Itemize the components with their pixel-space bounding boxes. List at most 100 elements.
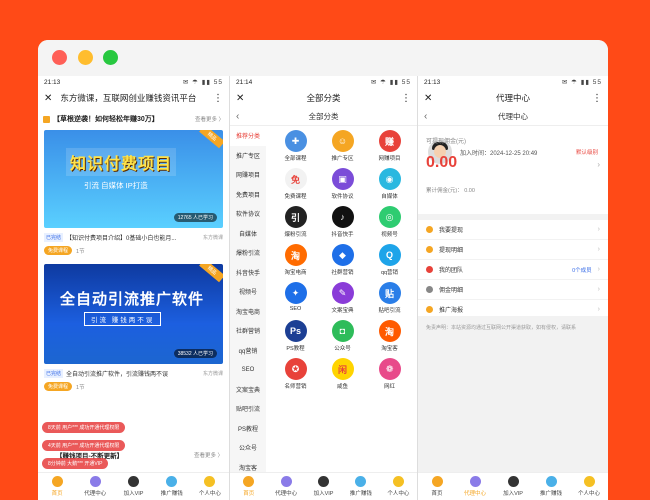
category-grid-item[interactable]: ☺ 推广专区 bbox=[319, 130, 366, 163]
category-item[interactable]: 社群营销 bbox=[230, 321, 266, 341]
tab-join-vip[interactable]: 加入VIP bbox=[494, 473, 532, 500]
hot-icon bbox=[43, 115, 50, 123]
category-grid-item[interactable]: ◆ 社群营销 bbox=[319, 244, 366, 277]
chevron-right-icon: › bbox=[597, 246, 600, 253]
category-icon: 闲 bbox=[331, 358, 354, 380]
close-icon[interactable]: ✕ bbox=[44, 93, 52, 104]
category-grid-item[interactable]: Qqq营销 bbox=[366, 244, 413, 277]
category-item[interactable]: 推荐分类 bbox=[230, 126, 266, 146]
tab-agent-center[interactable]: 代理中心 bbox=[456, 473, 494, 500]
close-icon[interactable]: ✕ bbox=[236, 93, 244, 104]
category-icon: ✚ bbox=[284, 130, 307, 152]
agent-menu-item[interactable]: 我要提现 › bbox=[418, 220, 608, 240]
category-grid-item[interactable]: ◎ 视频号 bbox=[366, 206, 413, 239]
category-item[interactable]: 网赚项目 bbox=[230, 165, 266, 185]
tab-agent-center[interactable]: 代理中心 bbox=[76, 473, 114, 500]
level-link[interactable]: 默认级别 bbox=[576, 148, 598, 156]
category-item[interactable]: 视频号 bbox=[230, 282, 266, 302]
menu-label: 我要提现 bbox=[439, 228, 464, 234]
category-grid-item[interactable]: ▣ 软件协议 bbox=[319, 168, 366, 201]
course-meta: 免费课程 1节 bbox=[38, 245, 229, 256]
category-item[interactable]: qq营销 bbox=[230, 341, 266, 361]
category-label: PS教程 bbox=[286, 346, 305, 352]
category-grid-item[interactable]: 淘淘宝电商 bbox=[272, 244, 319, 277]
status-icons: ✉ ☂ ▮▮ 55 bbox=[182, 79, 223, 86]
course-caption[interactable]: 已完结 全自动引流推广软件，引流赚钱两不误 东方微课 bbox=[38, 366, 229, 381]
category-item[interactable]: SEO bbox=[230, 360, 266, 380]
category-item[interactable]: 文案宝典 bbox=[230, 380, 266, 400]
agent-icon bbox=[280, 476, 292, 487]
category-grid-item[interactable]: ❁ 网红 bbox=[366, 358, 413, 391]
close-window-button[interactable] bbox=[52, 50, 67, 65]
tab-profile[interactable]: 个人中心 bbox=[191, 473, 229, 500]
tab-join-vip[interactable]: 加入VIP bbox=[114, 473, 152, 500]
course-caption[interactable]: 已完结 【知识付费项目介绍】0基础小白也能月... 东方微课 bbox=[38, 230, 229, 245]
tab-profile[interactable]: 个人中心 bbox=[570, 473, 608, 500]
category-label: 公众号 bbox=[334, 346, 351, 352]
back-icon[interactable]: ‹ bbox=[424, 111, 427, 122]
category-label: 视频号 bbox=[381, 232, 398, 238]
category-item[interactable]: PS教程 bbox=[230, 419, 266, 439]
minimize-window-button[interactable] bbox=[78, 50, 93, 65]
tab-home[interactable]: 首页 bbox=[38, 473, 76, 500]
sub-title: 全部分类 bbox=[308, 112, 339, 121]
tab-profile[interactable]: 个人中心 bbox=[380, 473, 417, 500]
category-item[interactable]: 免费项目 bbox=[230, 185, 266, 205]
category-grid-item[interactable]: ✚ 全部课程 bbox=[272, 130, 319, 163]
course-banner-knowledge[interactable]: 精品 知识付费项目 引流 自媒体 IP打造 12765 人已学习 bbox=[44, 130, 223, 228]
banner-subtitle: 引流 自媒体 IP打造 bbox=[84, 181, 148, 190]
category-item[interactable]: 爆粉引流 bbox=[230, 243, 266, 263]
agent-menu-item[interactable]: 我的团队 0个成员 › bbox=[418, 260, 608, 280]
category-grid-item[interactable]: 淘淘宝客 bbox=[366, 320, 413, 353]
category-grid-item[interactable]: 贴贴吧引流 bbox=[366, 282, 413, 315]
category-item[interactable]: 贴吧引流 bbox=[230, 399, 266, 419]
tab-promote[interactable]: 推广赚钱 bbox=[153, 473, 191, 500]
category-grid-item[interactable]: ◉ 自媒体 bbox=[366, 168, 413, 201]
category-grid-item[interactable]: 闲咸鱼 bbox=[319, 358, 366, 391]
tab-join-vip[interactable]: 加入VIP bbox=[305, 473, 342, 500]
category-grid-item[interactable]: ◘ 公众号 bbox=[319, 320, 366, 353]
category-grid-item[interactable]: 免免费课程 bbox=[272, 168, 319, 201]
profile-icon bbox=[204, 476, 216, 487]
agent-menu-item[interactable]: 佣金明细 › bbox=[418, 280, 608, 300]
more-icon[interactable]: ⋮ bbox=[213, 93, 223, 104]
category-item[interactable]: 公众号 bbox=[230, 438, 266, 458]
menu-label: 佣金明细 bbox=[439, 288, 464, 294]
maximize-window-button[interactable] bbox=[103, 50, 118, 65]
category-item[interactable]: 抖音快手 bbox=[230, 263, 266, 283]
tab-promote[interactable]: 推广赚钱 bbox=[342, 473, 379, 500]
tab-promote[interactable]: 推广赚钱 bbox=[532, 473, 570, 500]
category-grid-item[interactable]: ✪ 名师营销 bbox=[272, 358, 319, 391]
category-grid-item[interactable]: Ps PS教程 bbox=[272, 320, 319, 353]
category-icon: ◆ bbox=[331, 244, 354, 266]
category-grid-item[interactable]: ✎ 文案宝典 bbox=[319, 282, 366, 315]
view-more-link[interactable]: 查看更多 〉 bbox=[194, 451, 223, 459]
more-icon[interactable]: ⋮ bbox=[401, 93, 411, 104]
category-icon: 贴 bbox=[378, 282, 401, 304]
view-more-link[interactable]: 查看更多 〉 bbox=[195, 115, 224, 123]
lesson-count: 1节 bbox=[76, 248, 85, 255]
category-grid-item[interactable]: ✦ SEO bbox=[272, 282, 319, 315]
category-label: 贴吧引流 bbox=[378, 308, 401, 314]
agent-menu-item[interactable]: 提现明细 › bbox=[418, 240, 608, 260]
category-item[interactable]: 软件协议 bbox=[230, 204, 266, 224]
back-icon[interactable]: ‹ bbox=[236, 111, 239, 122]
category-item[interactable]: 推广专区 bbox=[230, 146, 266, 166]
activity-toast: 8天前 用户*** 成功开通代理权限 bbox=[42, 422, 126, 433]
category-grid-item[interactable]: ♪ 抖音快手 bbox=[319, 206, 366, 239]
tab-home[interactable]: 首页 bbox=[230, 473, 267, 500]
category-grid-item[interactable]: 赚网赚项目 bbox=[366, 130, 413, 163]
tab-home[interactable]: 首页 bbox=[418, 473, 456, 500]
promote-icon bbox=[166, 476, 178, 487]
chevron-right-icon[interactable]: › bbox=[597, 160, 600, 169]
category-grid-item[interactable]: 引爆粉引流 bbox=[272, 206, 319, 239]
close-icon[interactable]: ✕ bbox=[424, 93, 432, 104]
category-icon: ◘ bbox=[331, 320, 354, 342]
promote-icon bbox=[545, 476, 557, 487]
more-icon[interactable]: ⋮ bbox=[592, 93, 602, 104]
course-banner-software[interactable]: 精品 全自动引流推广软件 引流 赚钱两不误 38532 人已学习 bbox=[44, 264, 223, 364]
tab-agent-center[interactable]: 代理中心 bbox=[267, 473, 304, 500]
category-item[interactable]: 自媒体 bbox=[230, 224, 266, 244]
page-title: 全部分类 bbox=[306, 93, 341, 103]
category-item[interactable]: 淘宝电商 bbox=[230, 302, 266, 322]
